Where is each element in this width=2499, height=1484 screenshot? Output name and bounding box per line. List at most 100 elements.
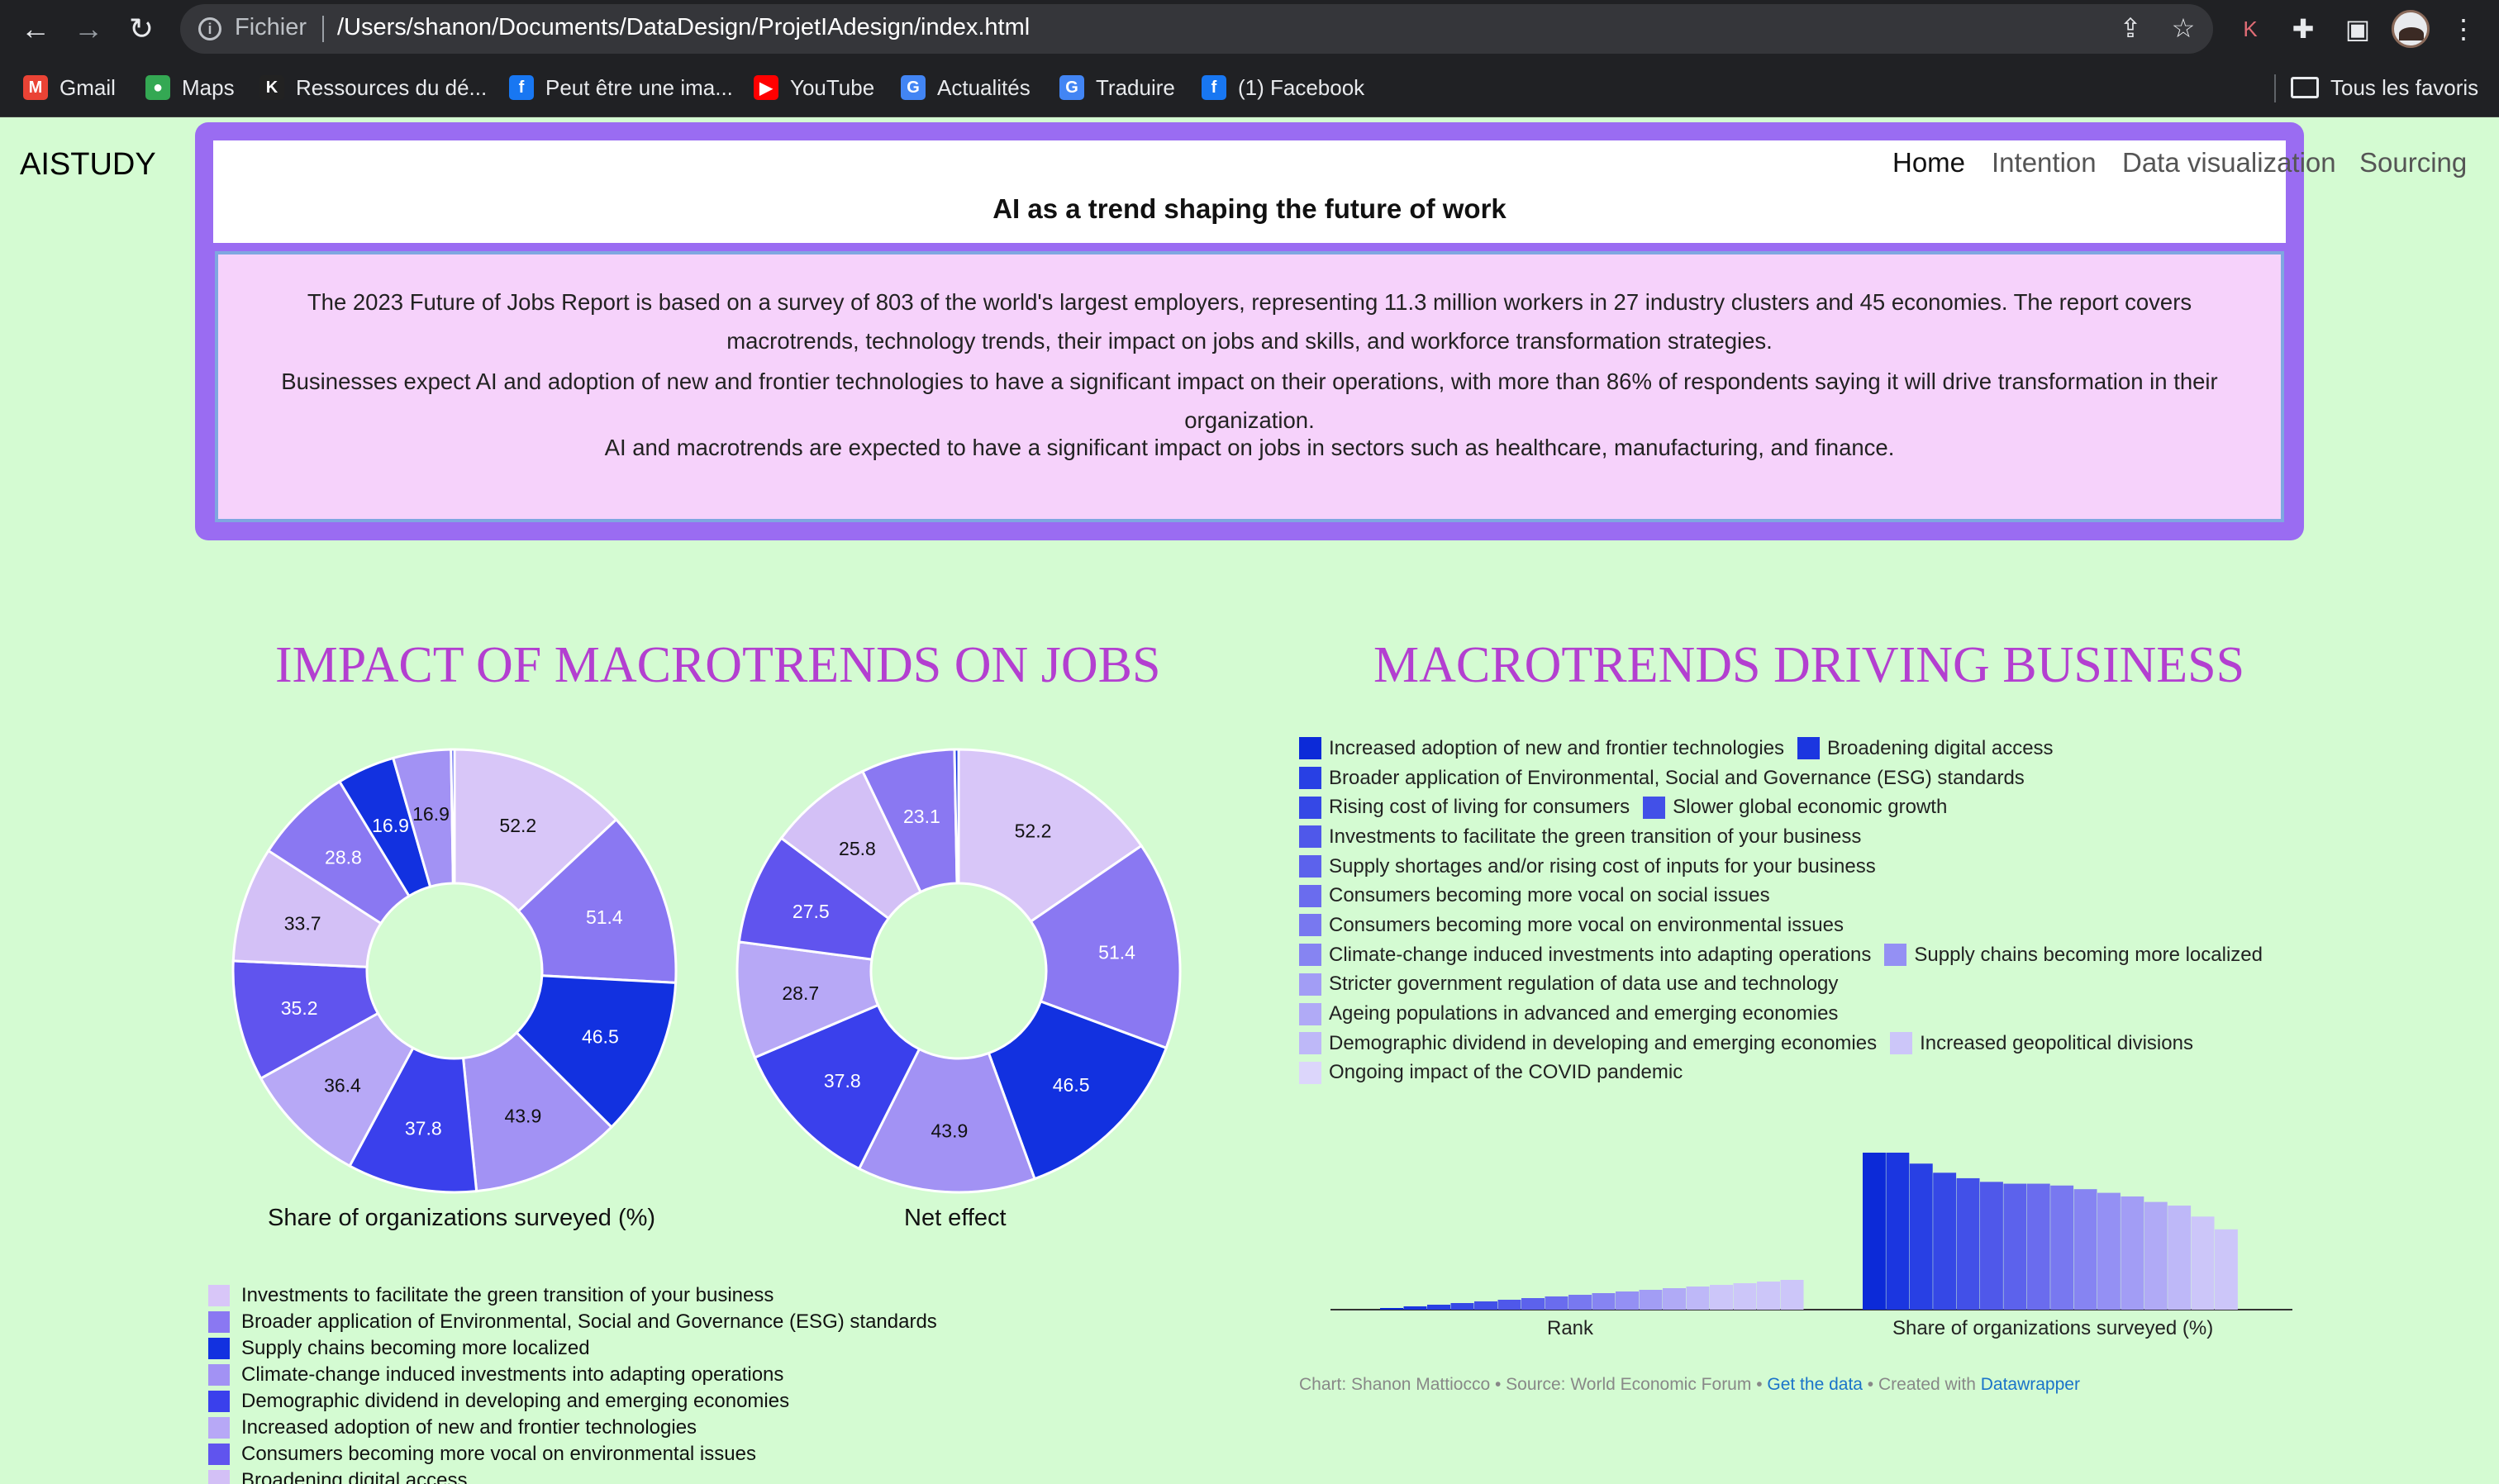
all-bookmarks[interactable]: Tous les favoris	[2291, 73, 2478, 102]
puzzle-extensions-icon[interactable]: ✚	[2284, 10, 2322, 48]
donut-value-label: 37.8	[405, 1117, 442, 1139]
footer-prefix: Chart: Shanon Mattiocco • Source: World …	[1299, 1375, 1768, 1394]
donut-value-label: 27.5	[793, 901, 830, 922]
share-bar[interactable]	[1956, 1177, 1980, 1310]
share-bar[interactable]	[1933, 1172, 1957, 1310]
rank-bar[interactable]	[1757, 1282, 1780, 1310]
rank-bar[interactable]	[1780, 1280, 1804, 1310]
reload-icon[interactable]: ↻	[121, 8, 162, 50]
share-bar[interactable]	[2003, 1183, 2027, 1310]
nav-home[interactable]: Home	[1892, 147, 1965, 178]
address-bar[interactable]: i Fichier /Users/shanon/Documents/DataDe…	[180, 4, 2213, 54]
legend-item: Broadening digital access	[208, 1467, 1283, 1484]
legend-row: Increased adoption of new and frontier t…	[1299, 734, 2340, 763]
donut-value-label: 16.9	[412, 803, 450, 825]
get-data-link[interactable]: Get the data	[1767, 1375, 1863, 1394]
share-bar[interactable]	[2215, 1229, 2238, 1310]
bookmark-item[interactable]: f Peut être une ima...	[509, 73, 733, 102]
rank-bar[interactable]	[1497, 1300, 1521, 1310]
site-brand[interactable]: AISTUDY	[20, 147, 156, 183]
legend-label: Ageing populations in advanced and emerg…	[1329, 1002, 1839, 1025]
share-bar[interactable]	[1909, 1163, 1933, 1310]
rank-bar[interactable]	[1380, 1308, 1403, 1310]
donut-value-label: 51.4	[586, 906, 623, 928]
legend-label: Supply chains becoming more localized	[1914, 943, 2263, 966]
forward-arrow-icon[interactable]: →	[68, 8, 109, 50]
share-bar[interactable]	[2026, 1183, 2050, 1310]
all-bookmarks-label: Tous les favoris	[2330, 74, 2479, 100]
legend-swatch	[1299, 855, 1321, 878]
rank-bar[interactable]	[1663, 1288, 1686, 1310]
nav-data-visualization[interactable]: Data visualization	[2122, 147, 2336, 178]
rank-bar[interactable]	[1568, 1295, 1592, 1310]
donut-value-label: 25.8	[839, 838, 876, 859]
legend-label: Climate-change induced investments into …	[1329, 943, 1872, 966]
rank-bar[interactable]	[1545, 1296, 1568, 1310]
axis-label-share: Share of organizations surveyed (%)	[1892, 1317, 2214, 1339]
donut-chart-net-effect: 52.2 51.4 46.5 43.9 37.8 28.7 27.5 25.8 23.1	[735, 748, 1182, 1194]
bookmark-item[interactable]: G Traduire	[1059, 73, 1175, 102]
legend-swatch	[208, 1364, 230, 1386]
info-icon[interactable]: i	[198, 17, 221, 40]
rank-bar[interactable]	[1686, 1287, 1710, 1310]
axis-label-rank: Rank	[1547, 1317, 1594, 1339]
bookmark-item[interactable]: ▶ YouTube	[754, 73, 874, 102]
bookmark-item[interactable]: ● Maps	[145, 73, 235, 102]
share-bar[interactable]	[2097, 1192, 2121, 1310]
legend-row: Ageing populations in advanced and emerg…	[1299, 999, 2340, 1029]
share-bar[interactable]	[2050, 1185, 2074, 1310]
side-panel-icon[interactable]: ▣	[2339, 10, 2377, 48]
donut-value-label: 33.7	[284, 912, 321, 934]
rank-bar[interactable]	[1733, 1283, 1757, 1310]
donut-value-label: 46.5	[582, 1025, 619, 1047]
share-bar[interactable]	[2073, 1189, 2097, 1310]
url-text[interactable]: /Users/shanon/Documents/DataDesign/Proje…	[337, 14, 1030, 41]
back-arrow-icon[interactable]: ←	[15, 8, 56, 50]
legend-label: Demographic dividend in developing and e…	[241, 1390, 790, 1412]
bookmark-favicon-icon: G	[901, 75, 926, 100]
donut-caption-net-effect: Net effect	[904, 1205, 1007, 1231]
legend-swatch	[1890, 1032, 1913, 1055]
share-icon[interactable]: ⇪	[2114, 12, 2147, 44]
rank-bar[interactable]	[1474, 1301, 1497, 1310]
share-bar[interactable]	[1980, 1182, 2003, 1310]
profile-avatar[interactable]	[2392, 10, 2430, 48]
rank-bar[interactable]	[1403, 1306, 1427, 1310]
nav-sourcing[interactable]: Sourcing	[2359, 147, 2467, 178]
nav-intention[interactable]: Intention	[1992, 147, 2097, 178]
bookmark-label: (1) Facebook	[1238, 74, 1365, 100]
share-bar[interactable]	[2191, 1216, 2215, 1310]
share-bar[interactable]	[2144, 1201, 2168, 1310]
bookmark-label: Peut être une ima...	[545, 74, 733, 100]
share-bar[interactable]	[2168, 1206, 2192, 1310]
bookmark-item[interactable]: G Actualités	[901, 73, 1031, 102]
share-bar[interactable]	[1886, 1153, 1910, 1310]
menu-kebab-icon[interactable]: ⋮	[2444, 10, 2482, 48]
legend-item: Demographic dividend in developing and e…	[1299, 1032, 1877, 1055]
donut-value-label: 52.2	[1015, 820, 1052, 841]
bookmark-item[interactable]: f (1) Facebook	[1202, 73, 1364, 102]
rank-bar[interactable]	[1427, 1305, 1450, 1310]
rank-bar[interactable]	[1592, 1293, 1616, 1310]
bookmarks-bar: M Gmail ● Maps K Ressources du dé... f Peut êtr…	[0, 58, 2499, 117]
hero-title: AI as a trend shaping the future of work	[992, 193, 1507, 224]
legend-swatch	[208, 1311, 230, 1333]
extension-k-icon[interactable]: K	[2231, 10, 2269, 48]
legend-swatch	[1299, 884, 1321, 907]
rank-bar[interactable]	[1639, 1290, 1663, 1310]
share-bar[interactable]	[1863, 1153, 1886, 1310]
share-bar[interactable]	[2121, 1196, 2144, 1310]
datawrapper-link[interactable]: Datawrapper	[1981, 1375, 2080, 1394]
bookmark-label: Traduire	[1096, 74, 1175, 100]
rank-bar[interactable]	[1710, 1285, 1733, 1310]
bookmark-item[interactable]: K Ressources du dé...	[259, 73, 487, 102]
rank-bar[interactable]	[1521, 1298, 1545, 1310]
legend-item: Increased geopolitical divisions	[1890, 1032, 2193, 1055]
bookmark-item[interactable]: M Gmail	[23, 73, 116, 102]
star-icon[interactable]: ☆	[2167, 12, 2200, 44]
legend-item: Ongoing impact of the COVID pandemic	[1299, 1061, 1683, 1084]
rank-bar[interactable]	[1450, 1303, 1474, 1310]
legend-label: Climate-change induced investments into …	[241, 1363, 784, 1386]
rank-bar[interactable]	[1616, 1291, 1639, 1310]
legend-row: Demographic dividend in developing and e…	[1299, 1029, 2340, 1058]
